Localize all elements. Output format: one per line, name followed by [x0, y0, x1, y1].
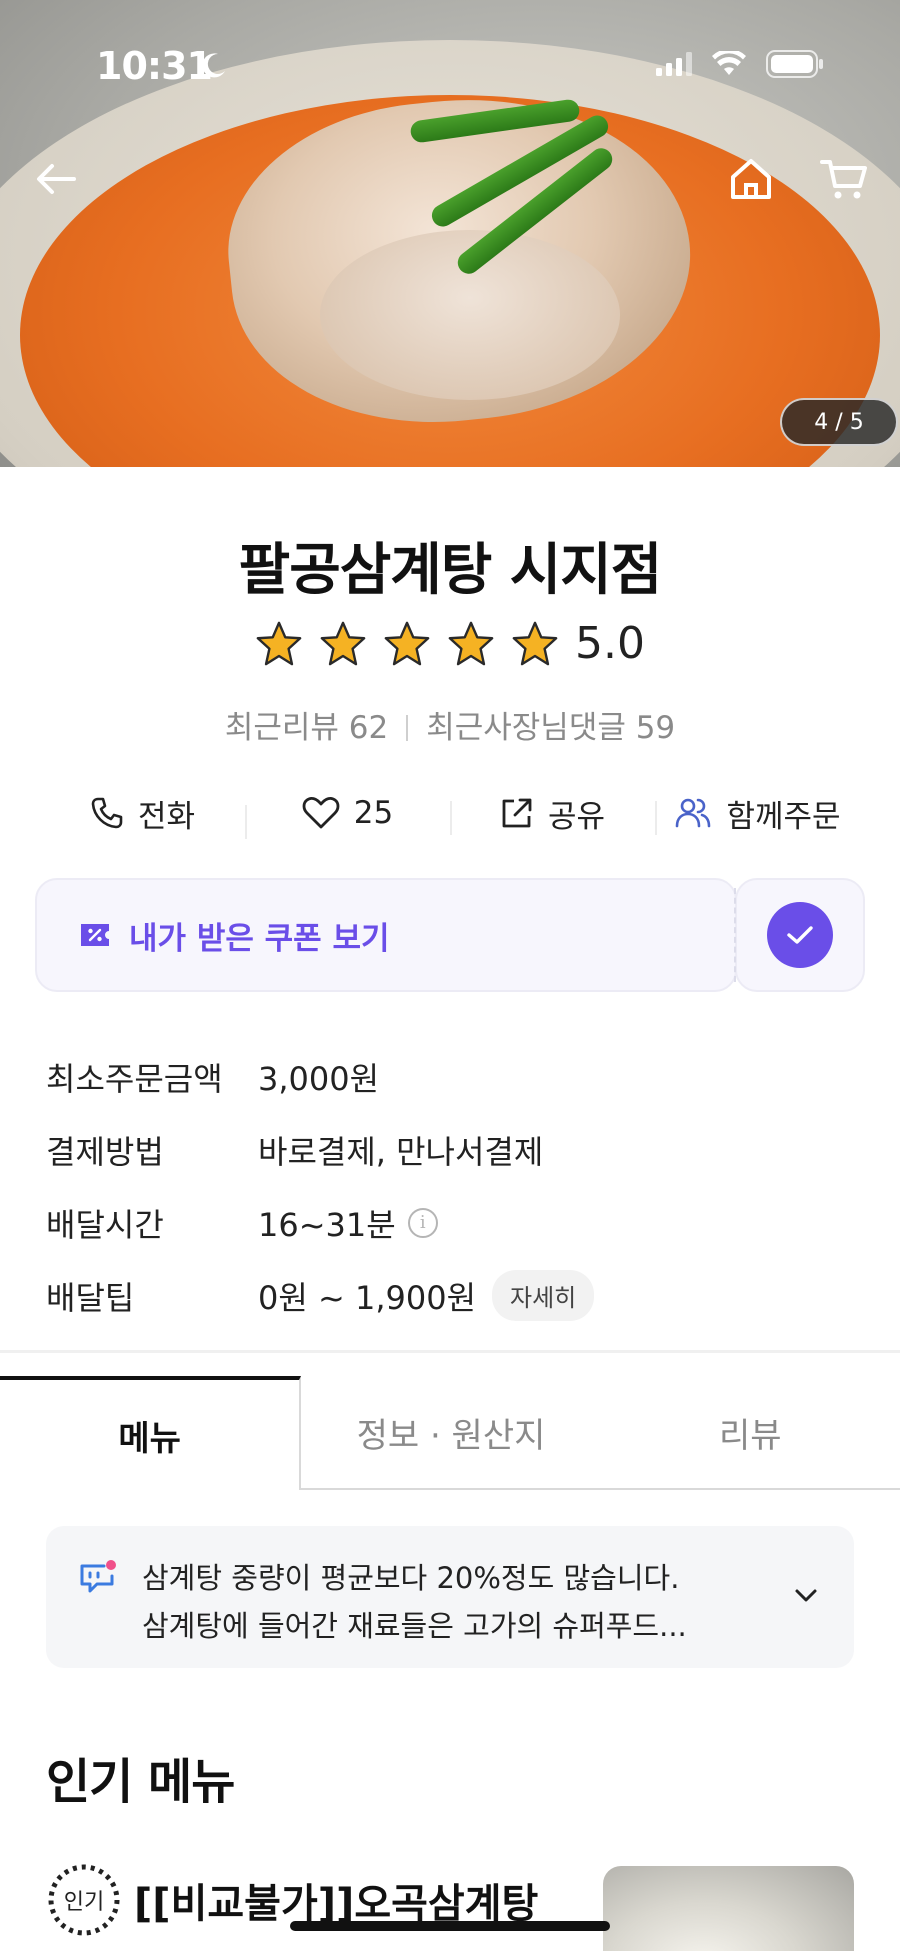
menu-item-photo[interactable]: [603, 1866, 854, 1951]
delivery-time-value: 16~31분: [258, 1205, 396, 1244]
like-count: 25: [353, 795, 394, 831]
owner-notice[interactable]: 삼계탕 중량이 평균보다 20%정도 많습니다. 삼계탕에 들어간 재료들은 고…: [46, 1526, 854, 1668]
cart-button[interactable]: [820, 155, 868, 203]
home-button[interactable]: [727, 155, 775, 203]
recent-reviews-count[interactable]: 최근리뷰 62: [225, 710, 388, 746]
share-label: 공유: [547, 798, 606, 835]
tab-menu[interactable]: 메뉴: [0, 1376, 302, 1490]
share-icon: [502, 798, 532, 828]
coupon-received-toggle[interactable]: [734, 878, 865, 992]
info-row-delivery-tip: 배달팁 0원 ~ 1,900원 자세히: [46, 1259, 866, 1332]
info-value: 16~31분 i: [258, 1200, 438, 1246]
arrow-left-icon: [37, 164, 76, 194]
notice-line-2: 삼계탕에 들어간 재료들은 고가의 슈퍼푸드...: [142, 1609, 687, 1643]
like-button[interactable]: 25: [245, 795, 450, 839]
review-summary[interactable]: 최근리뷰 62 최근사장님댓글 59: [0, 702, 900, 747]
store-name: 팔공삼계탕 시지점: [238, 538, 663, 603]
heart-icon: [302, 796, 340, 829]
rating-stars: [255, 620, 559, 668]
info-key: 배달시간: [46, 1205, 164, 1244]
info-value: 바로결제, 만나서결제: [258, 1127, 543, 1173]
wifi-icon: [712, 51, 746, 75]
signal-icon: [656, 52, 692, 76]
info-row-delivery-time: 배달시간 16~31분 i: [46, 1186, 866, 1259]
info-key: 배달팁: [46, 1278, 135, 1317]
star-icon: [384, 621, 430, 665]
owner-replies-count[interactable]: 최근사장님댓글 59: [426, 710, 675, 746]
coupon-banner: 내가 받은 쿠폰 보기: [35, 878, 865, 992]
gallery-page-indicator: 4 / 5: [780, 398, 898, 446]
group-order-button[interactable]: 함께주문: [655, 791, 860, 836]
info-value: 0원 ~ 1,900원 자세히: [258, 1270, 595, 1321]
people-icon: [676, 798, 711, 828]
notice-text: 삼계탕 중량이 평균보다 20%정도 많습니다. 삼계탕에 들어간 재료들은 고…: [142, 1554, 687, 1650]
badge-ring-icon: [48, 1864, 120, 1936]
tab-reviews[interactable]: 리뷰: [601, 1376, 900, 1488]
notice-chat-icon: [80, 1560, 116, 1593]
moon-icon: [202, 53, 225, 78]
view-coupons-label: 내가 받은 쿠폰 보기: [129, 920, 390, 957]
chevron-down-icon[interactable]: [788, 1578, 824, 1614]
info-icon[interactable]: i: [407, 1207, 438, 1238]
store-photo-gallery[interactable]: 10:31 4 / 5: [0, 0, 900, 467]
status-icons: [656, 50, 824, 78]
share-button[interactable]: 공유: [450, 791, 655, 836]
battery-icon: [766, 50, 823, 78]
info-value: 3,000원: [258, 1054, 379, 1100]
popular-badge: 인기: [46, 1862, 122, 1938]
star-icon: [512, 621, 558, 665]
cart-icon: [820, 160, 867, 199]
phone-icon: [91, 797, 123, 829]
notice-line-1: 삼계탕 중량이 평균보다 20%정도 많습니다.: [142, 1561, 680, 1595]
group-order-label: 함께주문: [726, 798, 841, 835]
divider: [406, 715, 409, 741]
store-tabs: 메뉴 정보 · 원산지 리뷰: [0, 1376, 900, 1490]
delivery-tip-detail-button[interactable]: 자세히: [492, 1270, 595, 1321]
check-circle: [767, 902, 833, 968]
back-button[interactable]: [32, 155, 80, 203]
call-label: 전화: [137, 798, 196, 835]
info-row-min-order: 최소주문금액 3,000원: [46, 1040, 866, 1113]
star-icon: [256, 621, 302, 665]
home-icon: [731, 159, 771, 199]
info-row-payment: 결제방법 바로결제, 만나서결제: [46, 1113, 866, 1186]
info-key: 최소주문금액: [46, 1059, 223, 1098]
check-icon: [787, 926, 813, 944]
star-icon: [320, 621, 366, 665]
min-order-value: 3,000원: [258, 1059, 380, 1098]
home-indicator: [290, 1921, 610, 1931]
coupon-icon: [81, 924, 109, 946]
call-button[interactable]: 전화: [40, 791, 245, 836]
status-time: 10:31: [96, 44, 213, 88]
rating-row[interactable]: 5.0: [0, 618, 900, 669]
payment-methods-value: 바로결제, 만나서결제: [258, 1132, 544, 1171]
view-coupons-button[interactable]: 내가 받은 쿠폰 보기: [35, 878, 737, 992]
popular-menu-heading: 인기 메뉴: [46, 1754, 235, 1810]
rating-value: 5.0: [575, 618, 645, 669]
store-actions: 전화 25 공유 함께주문: [40, 785, 860, 841]
tab-info-origin[interactable]: 정보 · 원산지: [301, 1376, 600, 1488]
section-divider: [0, 1350, 900, 1353]
delivery-tip-value: 0원 ~ 1,900원: [258, 1278, 477, 1317]
store-info: 최소주문금액 3,000원 결제방법 바로결제, 만나서결제 배달시간 16~3…: [46, 1040, 866, 1332]
star-icon: [448, 621, 494, 665]
info-key: 결제방법: [46, 1132, 164, 1171]
